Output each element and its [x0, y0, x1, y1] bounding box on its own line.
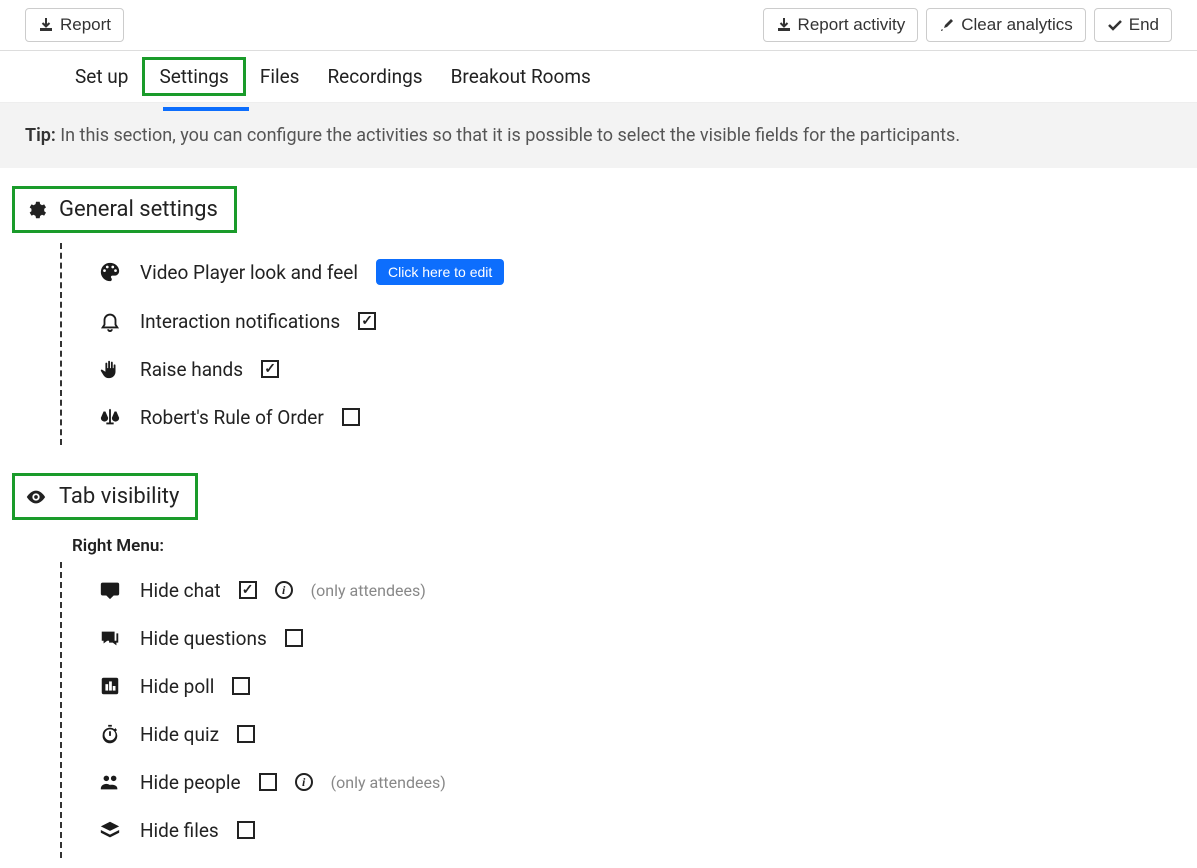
tab-setup[interactable]: Set up: [75, 65, 128, 88]
hide-quiz-label: Hide quiz: [140, 723, 219, 746]
hide-files-checkbox[interactable]: [237, 821, 255, 839]
row-hide-files: Hide files: [98, 806, 1185, 854]
row-video-player: Video Player look and feel Click here to…: [98, 247, 1185, 297]
check-icon: [1107, 17, 1123, 33]
roberts-rule-checkbox[interactable]: [342, 408, 360, 426]
tip-bar: Tip: In this section, you can configure …: [0, 103, 1197, 168]
hide-people-checkbox[interactable]: [259, 773, 277, 791]
row-raise-hands: Raise hands: [98, 345, 1185, 393]
tab-recordings[interactable]: Recordings: [327, 65, 422, 88]
tip-label: Tip:: [25, 125, 56, 146]
tab-settings[interactable]: Settings: [142, 57, 245, 96]
clear-analytics-label: Clear analytics: [961, 15, 1073, 35]
section-tab-visibility: Tab visibility Right Menu: Hide chat i (…: [0, 455, 1197, 868]
tab-visibility-list: Hide chat i (only attendees) Hide questi…: [60, 562, 1185, 858]
gear-icon: [25, 199, 47, 221]
people-icon: [98, 770, 122, 794]
general-settings-header: General settings: [12, 186, 237, 233]
video-player-label: Video Player look and feel: [140, 261, 358, 284]
hide-people-label: Hide people: [140, 771, 241, 794]
roberts-rule-label: Robert's Rule of Order: [140, 406, 324, 429]
brush-icon: [939, 17, 955, 33]
row-hide-chat: Hide chat i (only attendees): [98, 566, 1185, 614]
edit-video-player-button[interactable]: Click here to edit: [376, 259, 504, 285]
hand-icon: [98, 357, 122, 381]
hide-poll-checkbox[interactable]: [232, 677, 250, 695]
question-icon: [98, 626, 122, 650]
hide-quiz-checkbox[interactable]: [237, 725, 255, 743]
stopwatch-icon: [98, 722, 122, 746]
report-button[interactable]: Report: [25, 8, 124, 42]
eye-icon: [25, 486, 47, 508]
hide-chat-hint: (only attendees): [311, 581, 426, 600]
hide-questions-label: Hide questions: [140, 627, 267, 650]
info-icon[interactable]: i: [295, 773, 313, 791]
tip-text: In this section, you can configure the a…: [60, 125, 960, 146]
download-icon: [38, 17, 54, 33]
files-icon: [98, 818, 122, 842]
hide-people-hint: (only attendees): [331, 773, 446, 792]
topbar: Report Report activity Clear analytics E…: [0, 0, 1197, 51]
row-hide-quiz: Hide quiz: [98, 710, 1185, 758]
tab-visibility-header: Tab visibility: [12, 473, 198, 520]
general-settings-list: Video Player look and feel Click here to…: [60, 243, 1185, 445]
tab-visibility-title: Tab visibility: [59, 484, 179, 509]
row-roberts-rule: Robert's Rule of Order: [98, 393, 1185, 441]
chat-icon: [98, 578, 122, 602]
scale-icon: [98, 405, 122, 429]
row-hide-questions: Hide questions: [98, 614, 1185, 662]
interaction-notifications-label: Interaction notifications: [140, 310, 340, 333]
bell-icon: [98, 309, 122, 333]
row-hide-poll: Hide poll: [98, 662, 1185, 710]
hide-questions-checkbox[interactable]: [285, 629, 303, 647]
report-activity-button[interactable]: Report activity: [763, 8, 919, 42]
hide-chat-label: Hide chat: [140, 579, 221, 602]
report-label: Report: [60, 15, 111, 35]
report-activity-label: Report activity: [798, 15, 906, 35]
raise-hands-checkbox[interactable]: [261, 360, 279, 378]
row-interaction-notifications: Interaction notifications: [98, 297, 1185, 345]
section-general: General settings Video Player look and f…: [0, 168, 1197, 455]
interaction-notifications-checkbox[interactable]: [358, 312, 376, 330]
clear-analytics-button[interactable]: Clear analytics: [926, 8, 1086, 42]
row-hide-people: Hide people i (only attendees): [98, 758, 1185, 806]
info-icon[interactable]: i: [275, 581, 293, 599]
raise-hands-label: Raise hands: [140, 358, 243, 381]
tab-files[interactable]: Files: [260, 65, 300, 88]
tabs: Set up Settings Files Recordings Breakou…: [0, 51, 1197, 103]
end-button[interactable]: End: [1094, 8, 1172, 42]
tab-breakout-rooms[interactable]: Breakout Rooms: [451, 65, 591, 88]
poll-icon: [98, 674, 122, 698]
hide-files-label: Hide files: [140, 819, 219, 842]
end-label: End: [1129, 15, 1159, 35]
palette-icon: [98, 260, 122, 284]
hide-poll-label: Hide poll: [140, 675, 214, 698]
right-menu-heading: Right Menu:: [72, 536, 1185, 556]
download-icon: [776, 17, 792, 33]
hide-chat-checkbox[interactable]: [239, 581, 257, 599]
general-settings-title: General settings: [59, 197, 218, 222]
